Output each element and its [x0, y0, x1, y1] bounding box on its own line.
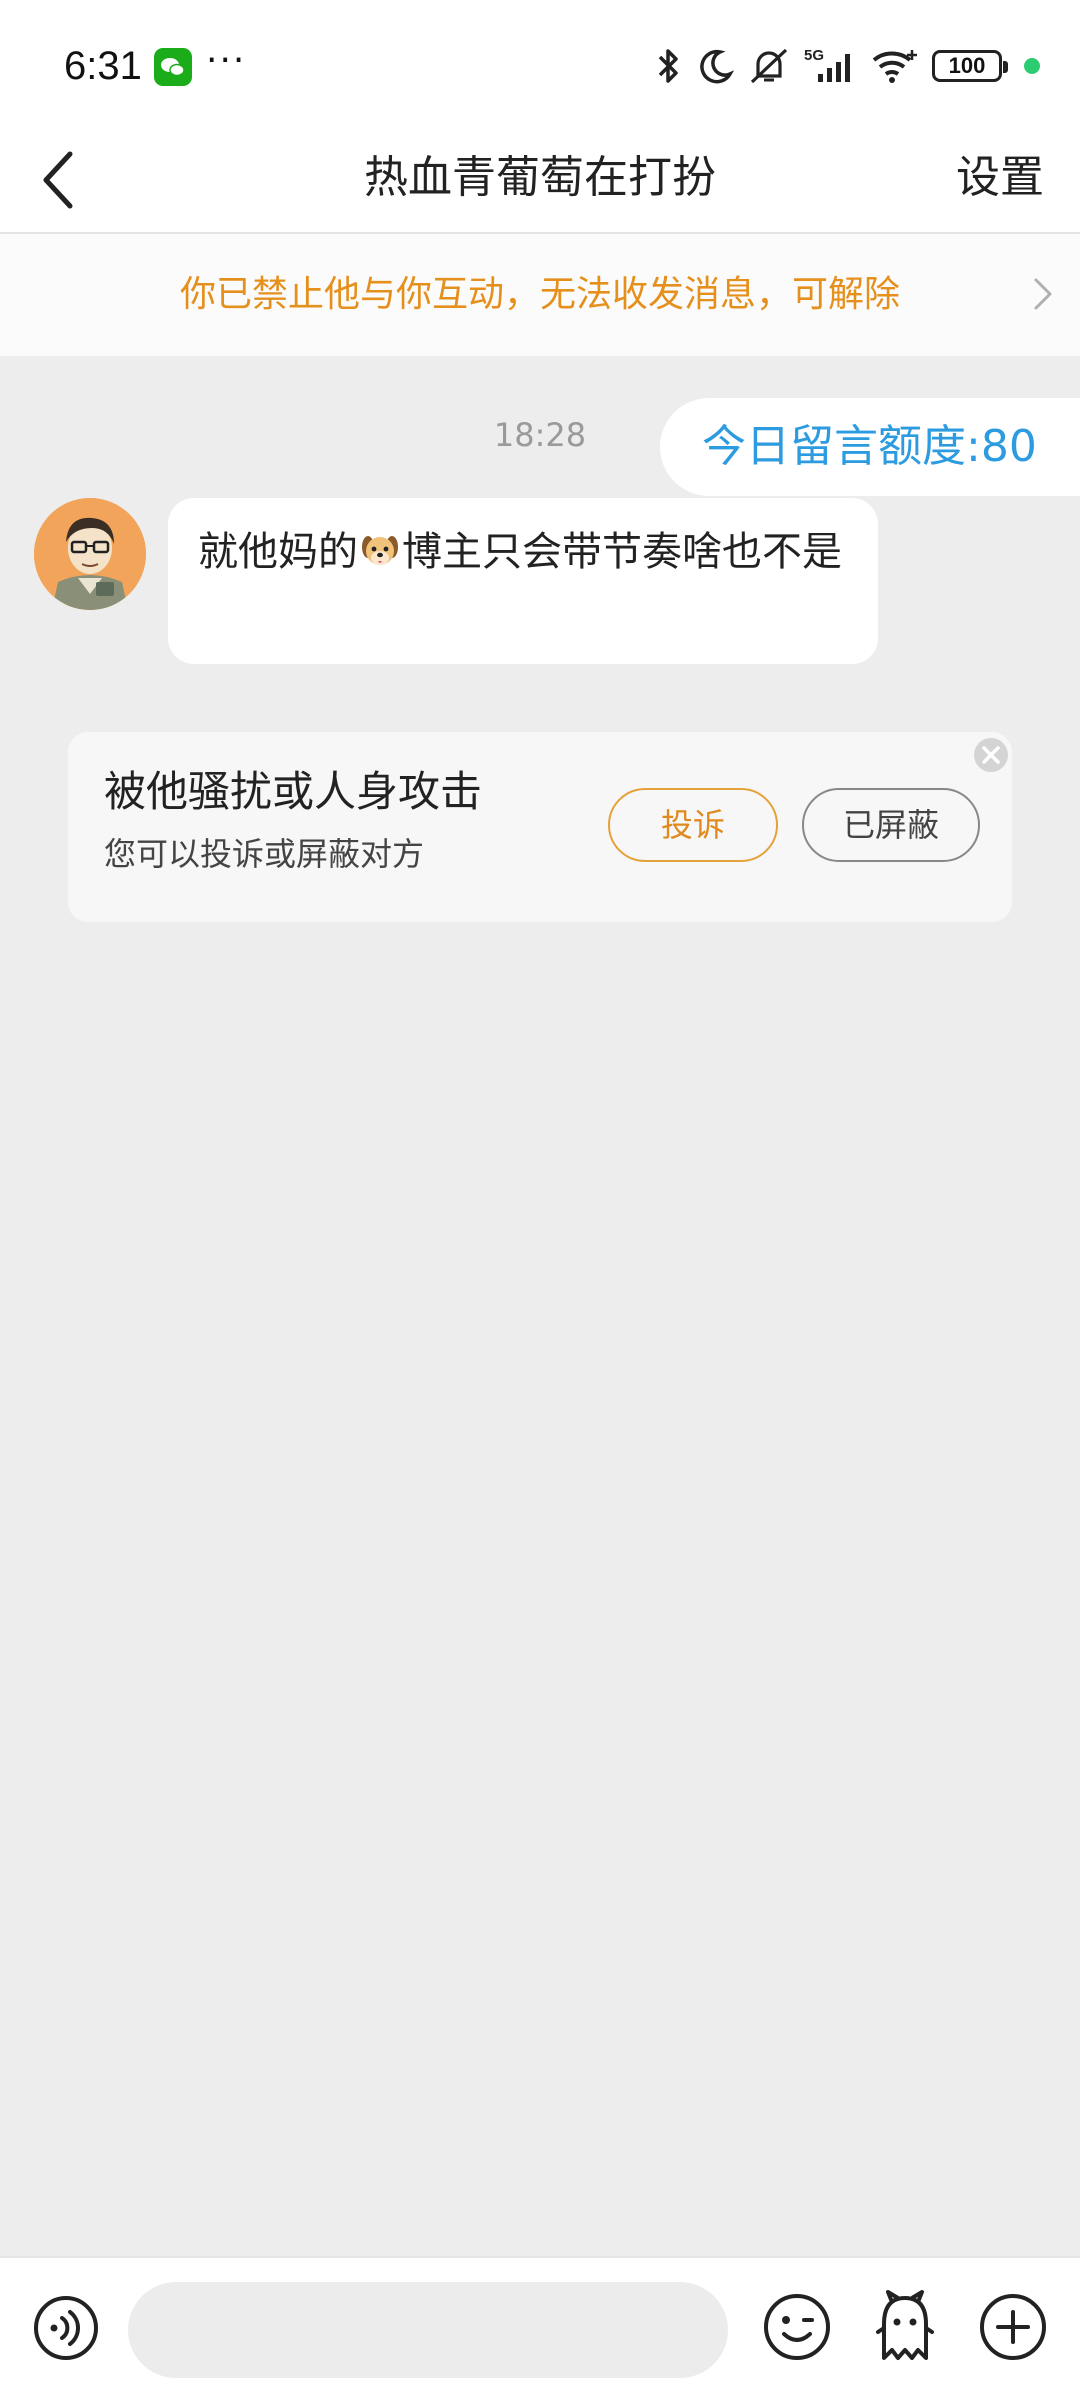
- page-title: 热血青葡萄在打扮: [364, 152, 716, 203]
- blocked-banner-text: 你已禁止他与你互动，无法收发消息，可解除: [179, 274, 900, 315]
- close-icon[interactable]: [972, 736, 1010, 774]
- moon-icon: [700, 49, 734, 84]
- svg-text:5G: 5G: [804, 47, 824, 64]
- status-time: 6:31: [64, 44, 142, 88]
- signal-5g-icon: 5G: [804, 47, 850, 82]
- more-options-button[interactable]: [978, 2292, 1048, 2362]
- bluetooth-icon: [658, 49, 678, 83]
- mascot-icon: [876, 2290, 934, 2360]
- dog-emoji-icon: [360, 528, 400, 588]
- wechat-notification-icon: [154, 48, 192, 86]
- voice-icon: [34, 2296, 98, 2360]
- sticker-button[interactable]: [870, 2288, 940, 2364]
- more-notifications-icon: ···: [206, 40, 247, 81]
- message-text: 就他妈的 博主只会带节奏啥也不是: [198, 522, 858, 588]
- message-bubble[interactable]: 就他妈的 博主只会带节奏啥也不是: [168, 498, 878, 664]
- mute-icon: [750, 48, 788, 84]
- message-input[interactable]: [128, 2282, 728, 2378]
- input-bar: [0, 2256, 1080, 2400]
- chat-header: 热血青葡萄在打扮 设置: [0, 130, 1080, 234]
- harassment-card-title: 被他骚扰或人身攻击: [104, 767, 483, 816]
- emoji-icon: [764, 2294, 830, 2360]
- blocked-banner[interactable]: 你已禁止他与你互动，无法收发消息，可解除: [0, 234, 1080, 356]
- message-text-part1: 就他妈的: [198, 529, 358, 575]
- blocked-button[interactable]: 已屏蔽: [802, 788, 980, 862]
- chat-area[interactable]: 18:28 今日留言额度:80 就他妈的 博主只会带节奏啥也不是 被他骚扰或人身…: [0, 356, 1080, 2256]
- status-icons: 5G 100: [654, 44, 1040, 88]
- emoji-button[interactable]: [762, 2292, 832, 2362]
- plus-icon: [980, 2294, 1046, 2360]
- privacy-indicator-dot: [1024, 58, 1040, 74]
- harassment-card-subtitle: 您可以投诉或屏蔽对方: [104, 835, 425, 873]
- quota-text: 今日留言额度:80: [702, 421, 1037, 472]
- battery-icon: 100: [932, 50, 1008, 82]
- chevron-right-icon: [1030, 274, 1054, 318]
- avatar[interactable]: [34, 498, 146, 610]
- harassment-card: 被他骚扰或人身攻击 您可以投诉或屏蔽对方 投诉 已屏蔽: [68, 732, 1012, 922]
- wifi-icon: [872, 50, 917, 83]
- settings-button[interactable]: 设置: [956, 146, 1044, 210]
- quota-badge: 今日留言额度:80: [660, 398, 1080, 496]
- report-button[interactable]: 投诉: [608, 788, 778, 862]
- voice-button[interactable]: [32, 2294, 100, 2362]
- message-text-part2: 博主只会带节奏啥也不是: [402, 529, 842, 575]
- status-bar: 6:31 ··· 5G 100: [0, 0, 1080, 130]
